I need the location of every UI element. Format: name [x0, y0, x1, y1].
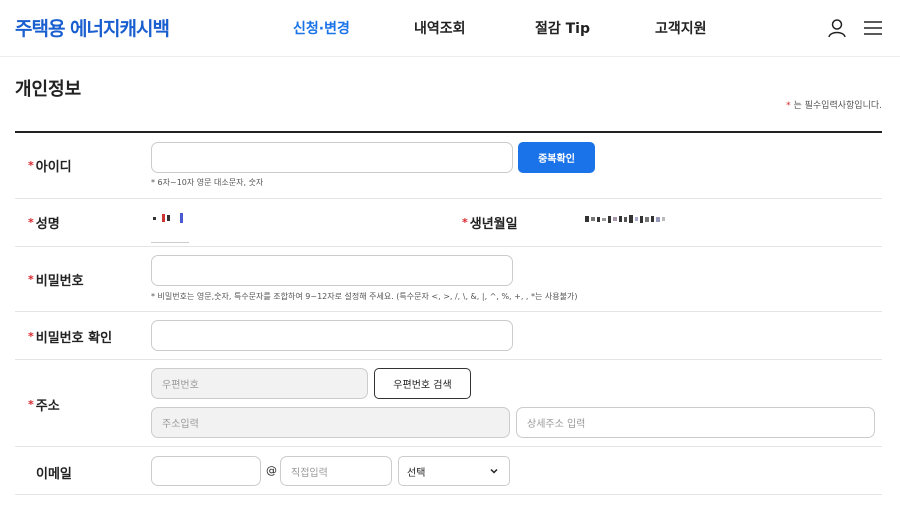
menu-icon[interactable] — [863, 18, 883, 38]
id-hint: * 6자~10자 영문 대소문자, 숫자 — [151, 178, 264, 187]
id-input[interactable] — [151, 142, 513, 173]
email-domain-input[interactable]: 직접입력 — [280, 456, 392, 486]
required-note: * 는 필수입력사항입니다. — [786, 101, 882, 111]
birth-label-text: 생년월일 — [469, 217, 518, 232]
required-mark: * — [462, 216, 468, 229]
password-confirm-label: * 비밀번호 확인 — [28, 327, 112, 346]
address-label-text: 주소 — [35, 399, 60, 414]
name-label-text: 성명 — [35, 217, 60, 232]
row-divider — [15, 246, 882, 247]
user-icon[interactable] — [827, 18, 847, 38]
address-input[interactable]: 주소입력 — [151, 407, 510, 438]
birth-value-masked — [585, 213, 665, 225]
nav-history[interactable]: 내역조회 — [414, 18, 466, 38]
required-mark: * — [28, 330, 34, 343]
nav-apply-change[interactable]: 신청·변경 — [293, 18, 350, 38]
email-at-sign: @ — [266, 464, 277, 477]
form-top-divider — [15, 131, 882, 133]
password-confirm-input[interactable] — [151, 320, 513, 351]
page-title: 개인정보 — [15, 79, 82, 100]
check-duplicate-button[interactable]: 중복확인 — [518, 142, 595, 173]
row-divider — [15, 494, 882, 495]
row-divider — [15, 311, 882, 312]
address-detail-input[interactable]: 상세주소 입력 — [516, 407, 875, 438]
top-header: 주택용 에너지캐시백 신청·변경 내역조회 절감 Tip 고객지원 — [0, 0, 900, 57]
site-logo[interactable]: 주택용 에너지캐시백 — [15, 14, 170, 41]
email-domain-select[interactable]: 선택 — [398, 456, 510, 486]
email-id-input[interactable] — [151, 456, 261, 486]
birth-label: * 생년월일 — [462, 213, 518, 232]
name-value-masked — [153, 212, 183, 224]
nav-support[interactable]: 고객지원 — [655, 18, 707, 38]
name-label: * 성명 — [28, 213, 60, 232]
email-domain-select-value: 선택 — [407, 467, 426, 479]
password-input[interactable] — [151, 255, 513, 286]
zipcode-input[interactable]: 우편번호 — [151, 368, 368, 399]
row-divider — [15, 359, 882, 360]
required-mark: * — [28, 273, 34, 286]
required-mark: * — [28, 159, 34, 172]
email-label: 이메일 — [36, 467, 72, 482]
id-label: * 아이디 — [28, 156, 72, 175]
row-divider — [15, 198, 882, 199]
zipcode-search-button[interactable]: 우편번호 검색 — [374, 368, 471, 399]
required-mark: * — [28, 398, 34, 411]
name-underline — [151, 242, 189, 243]
nav-saving-tip[interactable]: 절감 Tip — [535, 18, 590, 38]
password-hint: * 비밀번호는 영문,숫자, 특수문자를 조합하여 9~12자로 설정해 주세요… — [151, 292, 578, 301]
password-label-text: 비밀번호 — [35, 274, 84, 289]
password-label: * 비밀번호 — [28, 270, 84, 289]
required-mark: * — [28, 216, 34, 229]
id-label-text: 아이디 — [35, 160, 72, 175]
password-confirm-label-text: 비밀번호 확인 — [35, 331, 113, 346]
row-divider — [15, 446, 882, 447]
address-label: * 주소 — [28, 395, 60, 414]
chevron-down-icon — [490, 468, 498, 474]
